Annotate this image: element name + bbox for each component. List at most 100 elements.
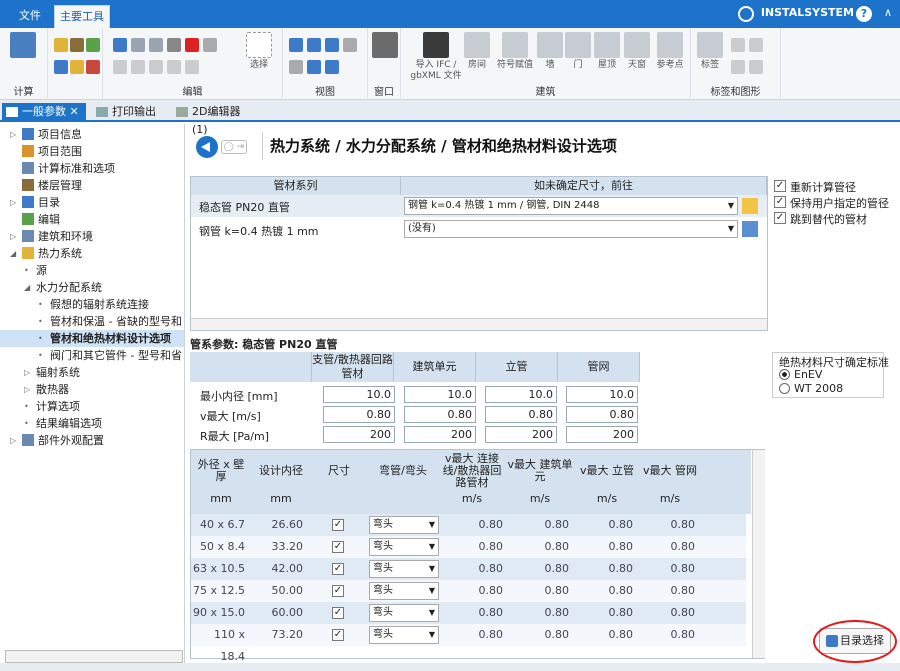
label-button[interactable]: 标签: [697, 32, 723, 71]
param-value-input[interactable]: 200: [566, 426, 638, 443]
expander-icon[interactable]: ▷: [24, 364, 34, 381]
tool-icon[interactable]: [749, 60, 763, 74]
expander-icon[interactable]: ▷: [24, 381, 34, 398]
recalc-diameter-checkbox[interactable]: ✓: [774, 180, 786, 192]
copy-icon[interactable]: [131, 38, 145, 52]
tree-item[interactable]: ▷ 辐射系统: [0, 364, 184, 381]
tree-item[interactable]: • 结果编辑选项: [0, 415, 184, 432]
tool-icon[interactable]: [54, 38, 68, 52]
paste-icon[interactable]: [149, 38, 163, 52]
param-value-input[interactable]: 10.0: [323, 386, 395, 403]
bend-select[interactable]: 弯头 ▼: [369, 604, 439, 622]
tool-icon[interactable]: [731, 60, 745, 74]
expander-icon[interactable]: ▷: [10, 126, 20, 143]
tree-item[interactable]: • 计算选项: [0, 398, 184, 415]
tool-icon[interactable]: [131, 60, 145, 74]
collapse-ribbon-icon[interactable]: ∧: [884, 6, 892, 19]
param-value-input[interactable]: 0.80: [323, 406, 395, 423]
param-value-input[interactable]: 0.80: [485, 406, 557, 423]
zoom-fit-icon[interactable]: [325, 38, 339, 52]
select-button[interactable]: 选择: [243, 32, 275, 71]
expander-icon[interactable]: ◢: [10, 245, 20, 262]
reference-point-button[interactable]: 参考点: [653, 32, 687, 71]
target-select[interactable]: (没有) ▼: [404, 220, 738, 238]
import-ifc-button[interactable]: 导入 IFC / gbXML 文件: [409, 32, 463, 82]
expander-icon[interactable]: ▷: [10, 194, 20, 211]
tool-icon[interactable]: [731, 38, 745, 52]
tool-icon[interactable]: [70, 60, 84, 74]
door-button[interactable]: 门: [565, 32, 591, 71]
tab-print-output[interactable]: 打印输出: [92, 103, 164, 122]
param-value-input[interactable]: 10.0: [566, 386, 638, 403]
bend-select[interactable]: 弯头 ▼: [369, 560, 439, 578]
view-icon[interactable]: [343, 38, 357, 52]
expander-icon[interactable]: ▷: [10, 432, 20, 449]
tree-item[interactable]: ▷ 部件外观配置: [0, 432, 184, 449]
tree-item[interactable]: • 管材和绝热材料设计选项: [0, 330, 184, 347]
delete-icon[interactable]: [185, 38, 199, 52]
help-icon[interactable]: ?: [856, 6, 872, 22]
param-value-input[interactable]: 200: [485, 426, 557, 443]
param-value-input[interactable]: 200: [323, 426, 395, 443]
zoom-in-icon[interactable]: [289, 38, 303, 52]
tree-item[interactable]: 楼层管理: [0, 177, 184, 194]
cut-icon[interactable]: [167, 38, 181, 52]
tree-item[interactable]: • 阀门和其它管件 - 型号和省: [0, 347, 184, 364]
edit-pencil-icon[interactable]: [742, 198, 758, 214]
undo-icon[interactable]: [113, 38, 127, 52]
tree-item[interactable]: 项目范围: [0, 143, 184, 160]
forward-button[interactable]: ◯ ⇥: [221, 140, 247, 154]
param-value-input[interactable]: 10.0: [404, 386, 476, 403]
bend-select[interactable]: 弯头 ▼: [369, 516, 439, 534]
zoom-window-icon[interactable]: [307, 60, 321, 74]
tool-icon[interactable]: [167, 60, 181, 74]
tree-item[interactable]: • 管材和保温 - 省缺的型号和: [0, 313, 184, 330]
tool-icon[interactable]: [54, 60, 68, 74]
tool-icon[interactable]: [203, 38, 217, 52]
tree-item[interactable]: • 源: [0, 262, 184, 279]
wall-button[interactable]: 墙: [537, 32, 563, 71]
tree-item[interactable]: 编辑: [0, 211, 184, 228]
tree-item[interactable]: ▷ 项目信息: [0, 126, 184, 143]
bend-select[interactable]: 弯头 ▼: [369, 582, 439, 600]
jump-alt-pipe-checkbox[interactable]: ✓: [774, 212, 786, 224]
tool-icon[interactable]: [149, 60, 163, 74]
param-value-input[interactable]: 0.80: [404, 406, 476, 423]
expander-icon[interactable]: ◢: [24, 279, 34, 296]
tab-2d-editor[interactable]: 2D编辑器 (1): [172, 103, 256, 136]
expander-icon[interactable]: ▷: [10, 228, 20, 245]
size-checkbox[interactable]: ✓: [332, 629, 344, 641]
tool-icon[interactable]: [70, 38, 84, 52]
grid-vertical-scrollbar[interactable]: [752, 450, 765, 658]
tree-item[interactable]: ▷ 目录: [0, 194, 184, 211]
skylight-button[interactable]: 天窗: [623, 32, 651, 71]
tab-general-params[interactable]: 一般参数 ✕: [2, 103, 86, 122]
roof-button[interactable]: 屋顶: [593, 32, 621, 71]
room-button[interactable]: 房间: [463, 32, 491, 71]
target-select[interactable]: 钢管 k=0.4 热镀 1 mm / 钢管, DIN 2448 ▼: [404, 197, 738, 215]
zoom-all-icon[interactable]: [325, 60, 339, 74]
tree-horizontal-scrollbar[interactable]: [5, 650, 183, 663]
size-checkbox[interactable]: ✓: [332, 541, 344, 553]
catalog-icon[interactable]: [742, 221, 758, 237]
keep-user-diameter-checkbox[interactable]: ✓: [774, 196, 786, 208]
calc-button[interactable]: [8, 32, 38, 60]
tool-icon[interactable]: [749, 38, 763, 52]
tree-item[interactable]: ◢ 水力分配系统: [0, 279, 184, 296]
tree-item[interactable]: • 假想的辐射系统连接: [0, 296, 184, 313]
zoom-out-icon[interactable]: [307, 38, 321, 52]
close-icon[interactable]: ✕: [70, 105, 79, 118]
bend-select[interactable]: 弯头 ▼: [369, 538, 439, 556]
bend-select[interactable]: 弯头 ▼: [369, 626, 439, 644]
size-checkbox[interactable]: ✓: [332, 519, 344, 531]
tool-icon[interactable]: [185, 60, 199, 74]
symbol-assign-button[interactable]: 符号赋值: [493, 32, 537, 71]
param-value-input[interactable]: 200: [404, 426, 476, 443]
tab-file[interactable]: 文件: [8, 5, 52, 28]
tree-item[interactable]: ▷ 散热器: [0, 381, 184, 398]
tree-item[interactable]: ▷ 建筑和环境: [0, 228, 184, 245]
tree-item[interactable]: ◢ 热力系统: [0, 245, 184, 262]
param-value-input[interactable]: 10.0: [485, 386, 557, 403]
window-button[interactable]: [372, 32, 398, 60]
size-checkbox[interactable]: ✓: [332, 585, 344, 597]
